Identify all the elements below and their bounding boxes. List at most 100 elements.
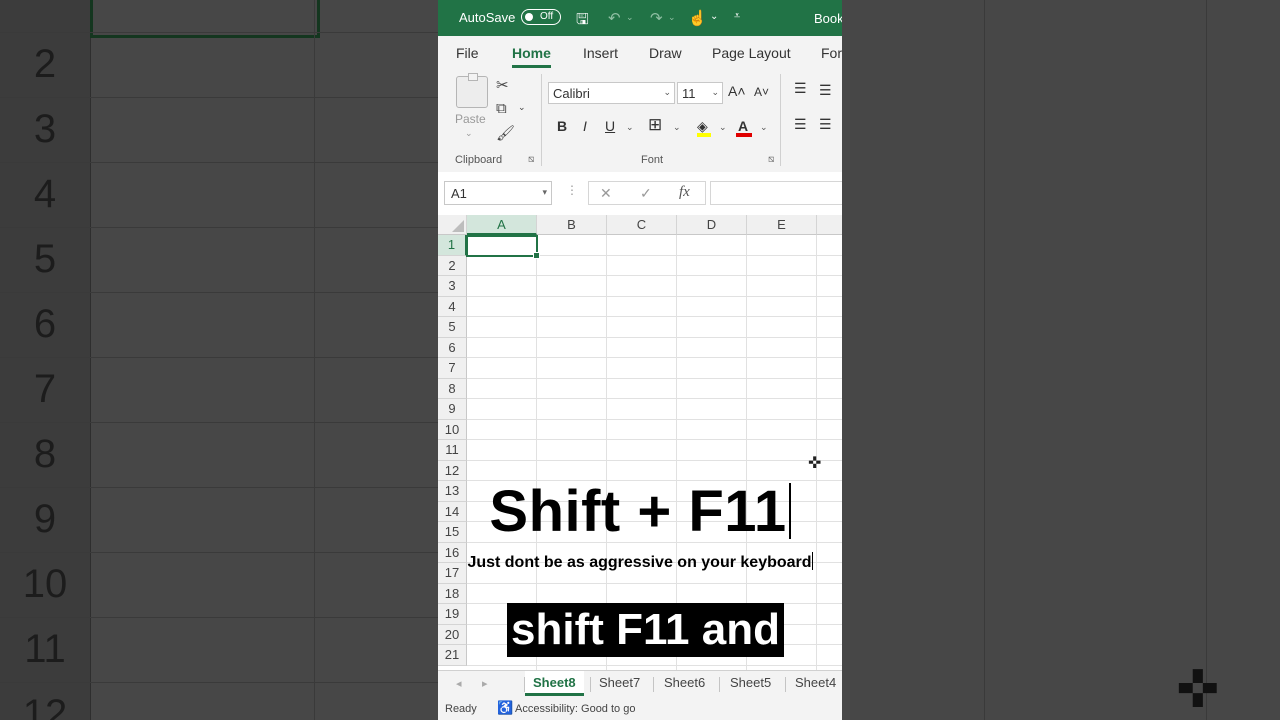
row-header-10[interactable]: 10: [438, 419, 467, 440]
cancel-icon[interactable]: ✕: [600, 185, 612, 202]
text-caret: [811, 552, 813, 570]
formula-bar-buttons: ✕ ✓ fx: [588, 181, 706, 205]
background-gridline: [0, 682, 438, 683]
tab-separator: [719, 677, 720, 692]
font-size-select[interactable]: 11 ⌄: [677, 82, 723, 104]
gridline: [467, 439, 842, 440]
paste-button-label[interactable]: Paste: [455, 112, 486, 126]
accessibility-icon[interactable]: ♿: [497, 700, 513, 716]
active-cell[interactable]: [466, 235, 540, 259]
tab-page-layout[interactable]: Page Layout: [712, 45, 791, 61]
row-header-20[interactable]: 20: [438, 624, 467, 645]
save-icon[interactable]: 🖫: [576, 9, 589, 34]
row-header-9[interactable]: 9: [438, 399, 467, 420]
row-header-18[interactable]: 18: [438, 583, 467, 604]
font-name-select[interactable]: Calibri ⌄: [548, 82, 675, 104]
align-top-icon[interactable]: ☰: [794, 80, 807, 97]
clipboard-launcher-icon[interactable]: ⧅: [528, 154, 534, 165]
formula-bar-grip-icon[interactable]: ⋮: [566, 183, 578, 197]
row-header-1[interactable]: 1: [438, 235, 467, 256]
align-left-icon[interactable]: ☰: [794, 116, 807, 133]
font-color-icon[interactable]: A: [738, 118, 748, 134]
scroll-right-icon[interactable]: ▸: [482, 677, 488, 690]
column-header-e[interactable]: E: [747, 215, 817, 235]
tab-draw[interactable]: Draw: [649, 45, 682, 61]
column-header-d[interactable]: D: [677, 215, 747, 235]
gridline: [467, 418, 842, 420]
font-color-swatch: [736, 133, 752, 137]
background-row-number: 6: [33, 302, 57, 346]
row-header-8[interactable]: 8: [438, 378, 467, 399]
borders-icon[interactable]: ⊞: [648, 115, 662, 135]
select-all-button[interactable]: [438, 215, 467, 235]
row-header-19[interactable]: 19: [438, 604, 467, 625]
workbook-title: Book: [814, 11, 842, 26]
name-box[interactable]: A1 ▾: [444, 181, 552, 205]
row-header-7[interactable]: 7: [438, 358, 467, 379]
bold-button[interactable]: B: [557, 118, 567, 134]
row-header-5[interactable]: 5: [438, 317, 467, 338]
enter-icon[interactable]: ✓: [640, 185, 652, 202]
undo-dropdown-icon[interactable]: ⌄: [626, 12, 634, 23]
tab-formulas[interactable]: For: [821, 45, 842, 61]
tab-insert[interactable]: Insert: [583, 45, 618, 61]
row-header-6[interactable]: 6: [438, 337, 467, 358]
underline-button[interactable]: U: [605, 118, 615, 134]
row-header-21[interactable]: 21: [438, 645, 467, 666]
row-header-3[interactable]: 3: [438, 276, 467, 297]
italic-button[interactable]: I: [583, 118, 587, 134]
customize-toolbar-icon[interactable]: ⩡: [734, 10, 740, 23]
copy-icon[interactable]: ⧉: [496, 100, 507, 117]
font-launcher-icon[interactable]: ⧅: [768, 154, 774, 165]
cut-icon[interactable]: ✂: [496, 76, 509, 94]
tab-home[interactable]: Home: [512, 45, 551, 68]
font-color-dropdown-icon[interactable]: ⌄: [760, 122, 768, 133]
font-size-value: 11: [682, 86, 696, 101]
fill-color-dropdown-icon[interactable]: ⌄: [719, 122, 727, 133]
ribbon: Paste ⌄ ✂ ⧉ ⌄ 🖌 Clipboard ⧅ Calibri ⌄ 11…: [438, 68, 842, 173]
sheet-tab-sheet7[interactable]: Sheet7: [599, 675, 640, 690]
redo-icon[interactable]: ↷: [650, 9, 663, 27]
sheet-tab-sheet5[interactable]: Sheet5: [730, 675, 771, 690]
sheet-tab-sheet4[interactable]: Sheet4: [795, 675, 836, 690]
sheet-tab-sheet8[interactable]: Sheet8: [525, 671, 584, 696]
touch-dropdown-icon[interactable]: ⌄: [710, 11, 718, 22]
background-row-number: 5: [33, 237, 57, 281]
column-header-a[interactable]: A: [467, 215, 537, 235]
group-separator: [541, 74, 542, 166]
background-row-number: 3: [33, 107, 57, 151]
decrease-font-size-icon[interactable]: A˅: [754, 85, 769, 99]
gridline: [467, 664, 842, 666]
align-center-icon[interactable]: ☰: [819, 116, 832, 133]
align-middle-icon[interactable]: ☰: [819, 82, 832, 99]
touch-mode-icon[interactable]: ☝: [688, 9, 707, 27]
column-header-c[interactable]: C: [607, 215, 677, 235]
underline-dropdown-icon[interactable]: ⌄: [626, 122, 634, 133]
column-header-b[interactable]: B: [537, 215, 607, 235]
tab-file[interactable]: File: [456, 45, 479, 61]
background-gridline: [0, 422, 438, 423]
sheet-tab-sheet6[interactable]: Sheet6: [664, 675, 705, 690]
row-header-11[interactable]: 11: [438, 440, 467, 461]
autosave-toggle[interactable]: Off: [521, 9, 561, 25]
background-row-number: 12: [22, 692, 68, 720]
scroll-left-icon[interactable]: ◂: [456, 677, 462, 690]
row-header-2[interactable]: 2: [438, 255, 467, 276]
paste-icon[interactable]: [456, 73, 488, 108]
tab-separator: [785, 677, 786, 692]
accessibility-status[interactable]: Accessibility: Good to go: [515, 703, 635, 715]
paste-dropdown-icon[interactable]: ⌄: [465, 128, 473, 139]
redo-dropdown-icon[interactable]: ⌄: [668, 12, 676, 23]
column-header-partial[interactable]: [817, 215, 842, 235]
row-header-4[interactable]: 4: [438, 296, 467, 317]
undo-icon[interactable]: ↶: [608, 9, 621, 27]
worksheet-grid[interactable]: A B C D E 1 2 3 4 5 6 7 8 9 10 11 12 13 14 15 16 17 18 19 20 21 ✜: [438, 215, 842, 670]
chevron-down-icon: ⌄: [663, 87, 671, 97]
background-gridline: [0, 617, 438, 618]
borders-dropdown-icon[interactable]: ⌄: [673, 122, 681, 133]
formula-input[interactable]: [710, 181, 842, 205]
copy-dropdown-icon[interactable]: ⌄: [518, 102, 526, 113]
format-painter-icon[interactable]: 🖌: [496, 124, 515, 142]
insert-function-button[interactable]: fx: [679, 184, 690, 201]
increase-font-size-icon[interactable]: A˄: [728, 83, 746, 99]
